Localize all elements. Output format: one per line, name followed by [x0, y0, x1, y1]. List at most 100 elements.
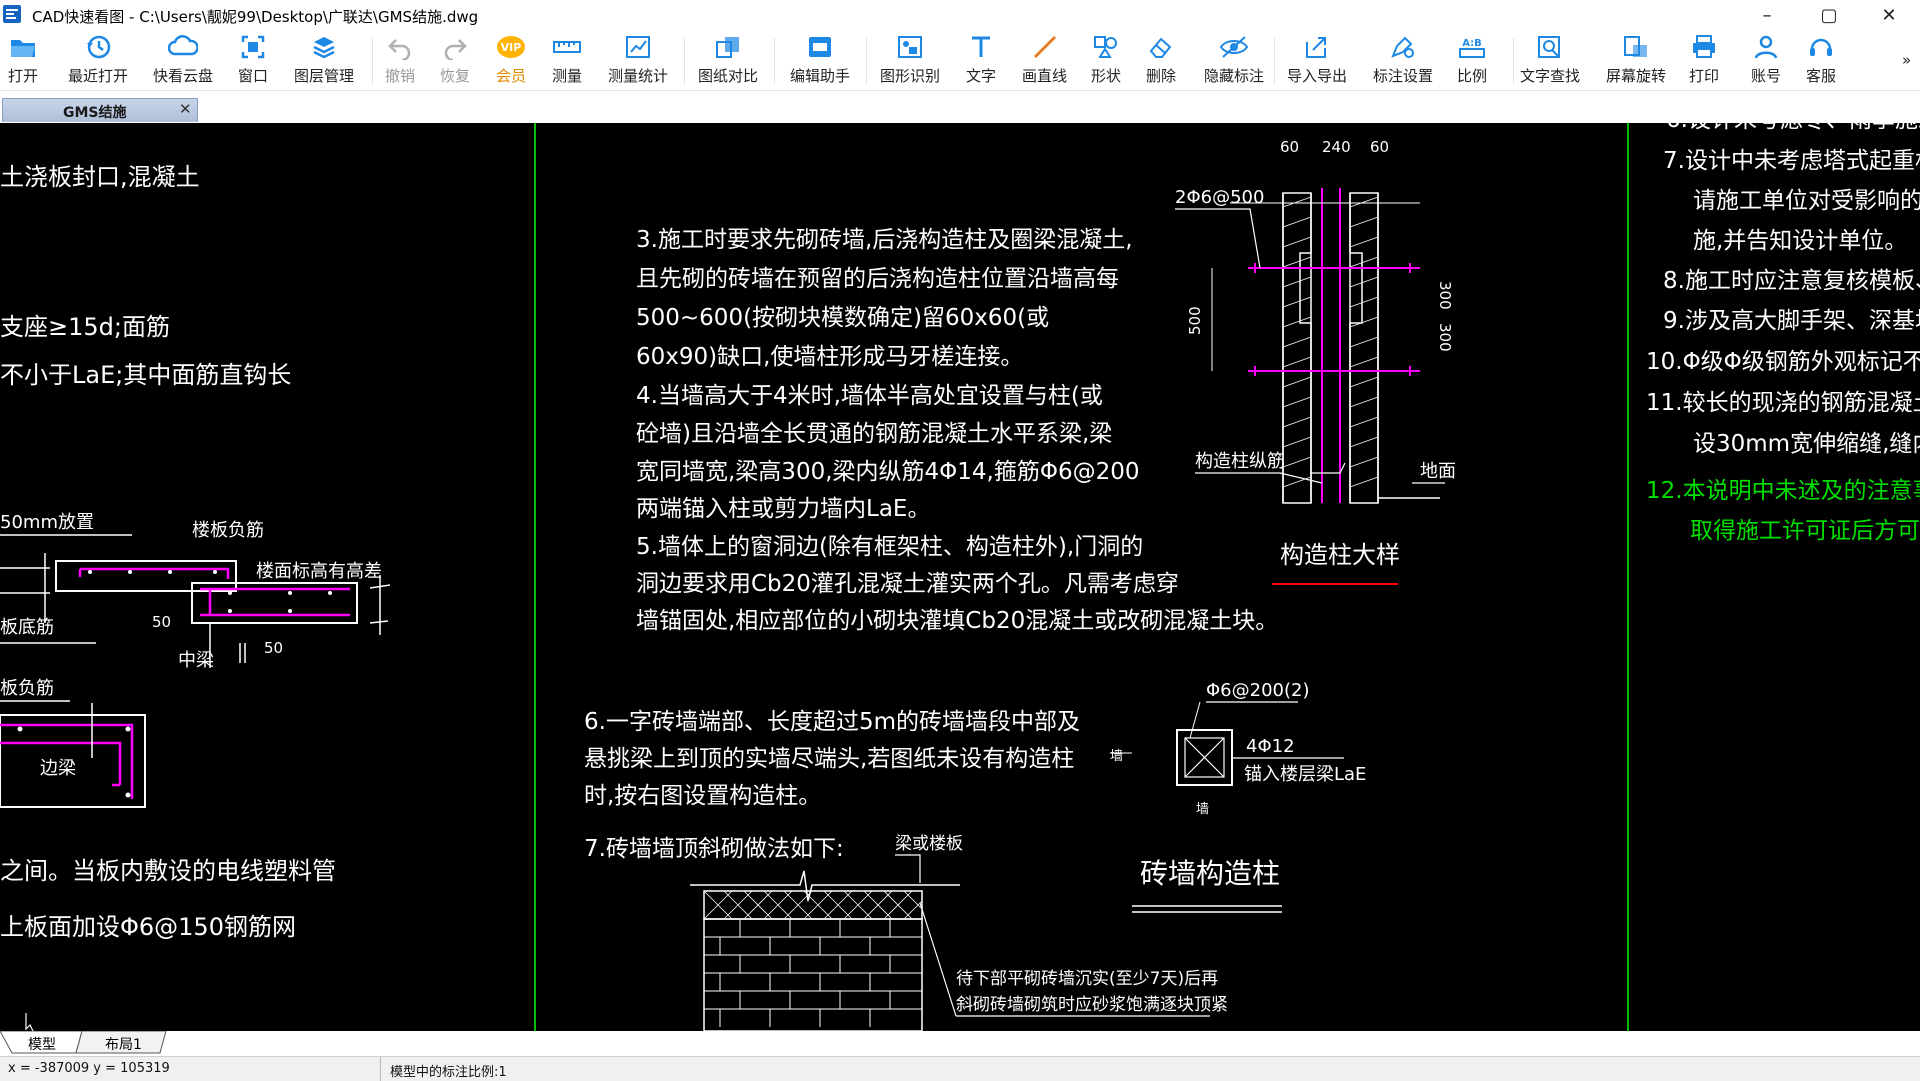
main-toolbar: 打开 最近打开 快看云盘 窗口 图层管理 撤销 恢复 VIP 会员 测量 测量统… — [0, 30, 1920, 91]
cad-label: 斜砌砖墙砌筑时应砂浆饱满逐块顶紧 — [956, 995, 1228, 1015]
folder-open-icon — [8, 32, 38, 62]
draw-line-button[interactable]: 画直线 — [1022, 32, 1067, 88]
close-tab-icon[interactable]: ✕ — [179, 100, 192, 118]
dimension-text: 60 — [1370, 138, 1389, 156]
text-button[interactable]: 文字 — [966, 32, 996, 88]
undo-button[interactable]: 撤销 — [385, 32, 415, 88]
edit-assistant-icon — [805, 32, 835, 62]
note-line: 60x90)缺口,使墙柱形成马牙槎连接。 — [636, 344, 1023, 370]
model-tab[interactable]: 模型 — [28, 1034, 56, 1054]
note-line: 4.当墙高大于4米时,墙体半高处宜设置与柱(或 — [636, 383, 1103, 409]
screen-rotate-icon — [1621, 32, 1651, 62]
toolbar-separator — [1274, 38, 1275, 84]
text-icon — [966, 32, 996, 62]
line-icon — [1030, 32, 1060, 62]
text-search-button[interactable]: 文字查找 — [1520, 32, 1580, 88]
note-line-highlight: 取得施工许可证后方可施工,不 — [1690, 518, 1920, 544]
text-label: 文字 — [966, 67, 997, 85]
edit-assistant-button[interactable]: 编辑助手 — [790, 32, 850, 88]
measure-stats-icon — [623, 32, 653, 62]
note-line: 请施工单位对受影响的结构构 — [1693, 188, 1920, 214]
note-line: 宽同墙宽,梁高300,梁内纵筋4Φ14,箍筋Φ6@200 — [636, 459, 1139, 485]
cad-label: 锚入楼层梁LaE — [1244, 764, 1366, 785]
printer-icon — [1689, 32, 1719, 62]
cad-label: 墙 — [1110, 749, 1123, 764]
layout1-tab[interactable]: 布局1 — [105, 1034, 142, 1054]
hide-annotation-label: 隐藏标注 — [1204, 67, 1265, 85]
layers-button[interactable]: 图层管理 — [294, 32, 354, 88]
layers-icon — [309, 32, 339, 62]
toolbar-separator — [684, 38, 685, 84]
chevron-double-right-icon: » — [1902, 51, 1912, 69]
hide-annotation-button[interactable]: 隐藏标注 — [1204, 32, 1264, 88]
cloud-button[interactable]: 快看云盘 — [153, 32, 213, 88]
hide-annotation-icon — [1219, 32, 1249, 62]
screen-rotate-label: 屏幕旋转 — [1606, 67, 1667, 85]
draw-line-label: 画直线 — [1022, 67, 1068, 85]
window-icon — [238, 32, 268, 62]
shapes-button[interactable]: 形状 — [1091, 32, 1121, 88]
eraser-icon — [1146, 32, 1176, 62]
slab-rebar-detail: 50mm放置 楼板负筋 楼面标高有高差 板底筋 50 50 中梁 板负筋 边梁 — [0, 512, 391, 808]
note-line: 施,并告知设计单位。 — [1693, 228, 1907, 254]
vip-button[interactable]: VIP 会员 — [496, 32, 526, 88]
text-search-label: 文字查找 — [1520, 67, 1581, 85]
note-line: 6.设计未考虑冬、雨季施工,施工 — [1666, 123, 1920, 133]
dimension-text: 300 — [1436, 323, 1454, 352]
account-icon — [1751, 32, 1781, 62]
annotation-settings-button[interactable]: 标注设置 — [1373, 32, 1433, 88]
import-export-button[interactable]: 导入导出 — [1287, 32, 1347, 88]
account-button[interactable]: 账号 — [1751, 32, 1781, 88]
shapes-icon — [1091, 32, 1121, 62]
text-search-icon — [1535, 32, 1565, 62]
cad-label: 4Φ12 — [1246, 736, 1295, 757]
close-window-button[interactable]: ✕ — [1866, 2, 1912, 28]
screen-rotate-button[interactable]: 屏幕旋转 — [1606, 32, 1666, 88]
measure-button[interactable]: 测量 — [552, 32, 582, 88]
window-button[interactable]: 窗口 — [238, 32, 268, 88]
measure-stats-button[interactable]: 测量统计 — [608, 32, 668, 88]
toolbar-separator — [1513, 38, 1514, 84]
minimize-button[interactable]: – — [1744, 2, 1790, 28]
status-divider — [380, 1057, 381, 1081]
undo-label: 撤销 — [385, 67, 416, 85]
redo-button[interactable]: 恢复 — [440, 32, 470, 88]
compare-button[interactable]: 图纸对比 — [698, 32, 758, 88]
measure-stats-label: 测量统计 — [608, 67, 669, 85]
delete-label: 删除 — [1146, 67, 1177, 85]
redo-icon — [440, 32, 470, 62]
mouse-cursor-icon — [25, 1013, 34, 1031]
cad-text-line: 之间。当板内敷设的电线塑料管 — [0, 857, 336, 885]
scale-label: 比例 — [1457, 67, 1488, 85]
shape-recognize-button[interactable]: 图形识别 — [880, 32, 940, 88]
note-line: 10.Φ级Φ级钢筋外观标记不明显, — [1646, 349, 1920, 375]
cad-label: 边梁 — [40, 758, 76, 779]
annotation-settings-icon — [1388, 32, 1418, 62]
note-line: 9.涉及高大脚手架、深基坑的施工 — [1663, 308, 1920, 334]
document-tab[interactable]: GMS结施 ✕ — [2, 98, 198, 122]
cad-label: 板底筋 — [0, 617, 54, 638]
scale-button[interactable]: A:B 比例 — [1457, 32, 1487, 88]
cad-label: Φ6@200(2) — [1206, 680, 1309, 701]
note-line: 11.较长的现浇的钢筋混凝土女儿墙 — [1646, 390, 1920, 416]
delete-button[interactable]: 删除 — [1146, 32, 1176, 88]
cloud-icon — [168, 32, 198, 62]
cloud-label: 快看云盘 — [153, 67, 214, 85]
layout-tab-bar: 模型 布局1 — [0, 1031, 1920, 1056]
print-button[interactable]: 打印 — [1689, 32, 1719, 88]
dimension-text: 500 — [1186, 306, 1204, 335]
note-line: 且先砌的砖墙在预留的后浇构造柱位置沿墙高每 — [636, 266, 1119, 292]
import-export-label: 导入导出 — [1287, 67, 1348, 85]
note-line: 500~600(按砌块模数确定)留60x60(或 — [636, 305, 1049, 331]
detail-title: 砖墙构造柱 — [1140, 857, 1280, 890]
recent-clock-icon — [83, 32, 113, 62]
recent-button[interactable]: 最近打开 — [68, 32, 128, 88]
drawing-canvas[interactable]: 土浇板封口,混凝土 支座≥15d;面筋 不小于LaE;其中面筋直钩长 50mm放… — [0, 123, 1920, 1031]
customer-service-button[interactable]: 客服 — [1806, 32, 1836, 88]
maximize-button[interactable]: ▢ — [1806, 2, 1852, 28]
cad-label: 地面 — [1420, 461, 1456, 482]
cad-label: 楼板负筋 — [192, 520, 264, 541]
note-line: 6.一字砖墙端部、长度超过5m的砖墙墙段中部及 — [584, 709, 1080, 735]
open-button[interactable]: 打开 — [8, 32, 38, 88]
redo-label: 恢复 — [440, 67, 471, 85]
